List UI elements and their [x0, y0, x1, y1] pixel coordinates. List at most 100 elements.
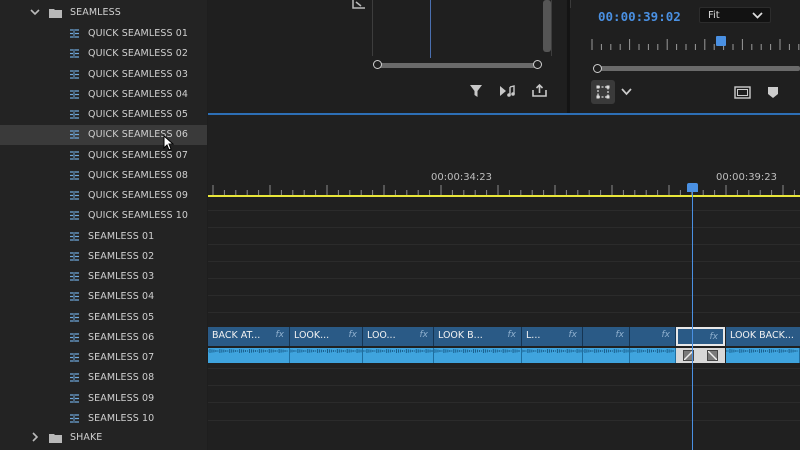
project-item[interactable]: SEAMLESS 01: [0, 227, 207, 247]
video-clip[interactable]: LOOK BACK...: [726, 327, 800, 346]
audio-clip[interactable]: [290, 348, 363, 363]
fx-badge: fx: [661, 330, 671, 340]
project-item[interactable]: SEAMLESS 04: [0, 287, 207, 307]
video-clip[interactable]: LOOK B... fx: [434, 327, 522, 346]
marker-icon[interactable]: [767, 86, 779, 99]
audio-clip[interactable]: [583, 348, 630, 363]
project-item[interactable]: QUICK SEAMLESS 10: [0, 206, 207, 226]
audio-clip[interactable]: [630, 348, 676, 363]
project-item[interactable]: QUICK SEAMLESS 03: [0, 65, 207, 85]
sequence-icon: [70, 29, 79, 38]
project-item[interactable]: QUICK SEAMLESS 08: [0, 166, 207, 186]
transform-icon: [596, 85, 610, 99]
project-item[interactable]: QUICK SEAMLESS 01: [0, 24, 207, 44]
timeline-playhead[interactable]: [687, 183, 698, 192]
sequence-icon: [70, 110, 79, 119]
video-clip[interactable]: L... fx: [522, 327, 583, 346]
project-item-label: SEAMLESS 08: [88, 372, 155, 384]
program-in-handle[interactable]: [593, 64, 602, 73]
project-item[interactable]: SEAMLESS 08: [0, 368, 207, 388]
project-item[interactable]: QUICK SEAMLESS 07: [0, 146, 207, 166]
program-playhead[interactable]: [716, 36, 726, 46]
filter-icon[interactable]: [469, 84, 483, 98]
audio-clip[interactable]: [434, 348, 522, 363]
safe-margins-icon[interactable]: [734, 86, 751, 99]
track-divider: [208, 420, 800, 421]
source-scrub-bar[interactable]: [378, 63, 538, 68]
timeline-playhead-line[interactable]: [692, 188, 693, 450]
project-item-label: QUICK SEAMLESS 10: [88, 210, 189, 222]
track-divider: [208, 385, 800, 386]
video-clip[interactable]: LOOK... fx: [290, 327, 363, 346]
timeline-ruler[interactable]: [208, 183, 800, 195]
video-clip-selected[interactable]: fx: [676, 327, 725, 346]
project-item[interactable]: SEAMLESS 09: [0, 389, 207, 409]
project-item[interactable]: SEAMLESS 02: [0, 247, 207, 267]
video-clip[interactable]: LOO... fx: [363, 327, 434, 346]
fx-badge: fx: [709, 332, 719, 342]
track-divider: [208, 261, 800, 262]
project-item-label: SEAMLESS 02: [88, 250, 155, 262]
project-panel: SEAMLESS QUICK SEAMLESS 01 QUICK SEAMLESS…: [0, 0, 207, 450]
zoom-level-dropdown[interactable]: Fit: [699, 7, 771, 23]
sequence-icon: [70, 272, 79, 281]
video-clip[interactable]: BACK AT... fx: [208, 327, 290, 346]
clip-label: LOOK...: [294, 330, 330, 341]
chevron-down-icon[interactable]: [30, 7, 40, 17]
folder-icon: [49, 434, 62, 443]
project-item-label: QUICK SEAMLESS 02: [88, 48, 189, 60]
project-item[interactable]: SEAMLESS 06: [0, 328, 207, 348]
folder-icon: [49, 9, 62, 18]
video-clip[interactable]: fx: [630, 327, 676, 346]
project-item[interactable]: SEAMLESS 07: [0, 348, 207, 368]
video-clip[interactable]: fx: [583, 327, 630, 346]
program-ruler[interactable]: [590, 36, 800, 52]
in-handle[interactable]: [373, 60, 382, 69]
sequence-icon: [70, 89, 79, 99]
insert-icon[interactable]: [350, 0, 368, 10]
audio-clip[interactable]: [726, 348, 800, 363]
chevron-right-icon[interactable]: [30, 432, 40, 442]
project-item[interactable]: QUICK SEAMLESS 05: [0, 105, 207, 125]
source-playhead-line: [430, 0, 431, 58]
work-area-bar[interactable]: [208, 195, 800, 197]
sequence-icon: [70, 312, 79, 322]
audio-waveform: [208, 349, 288, 353]
out-handle[interactable]: [533, 60, 542, 69]
project-item[interactable]: SEAMLESS 05: [0, 308, 207, 328]
folder-seamless[interactable]: SEAMLESS: [0, 3, 207, 23]
project-item[interactable]: SEAMLESS 03: [0, 267, 207, 287]
track-divider: [208, 244, 800, 245]
fx-badge: fx: [419, 330, 429, 340]
track-divider: [208, 295, 800, 296]
sequence-icon: [70, 393, 79, 403]
fx-badge: fx: [568, 330, 578, 340]
folder-shake[interactable]: SHAKE: [0, 428, 207, 448]
audio-clip[interactable]: [522, 348, 583, 363]
drag-video-audio-icon[interactable]: [499, 84, 517, 98]
project-item[interactable]: QUICK SEAMLESS 02: [0, 44, 207, 64]
fx-badge: fx: [615, 330, 625, 340]
audio-clip[interactable]: [208, 348, 290, 363]
source-scrollbar[interactable]: [543, 0, 551, 52]
program-scrub-bar[interactable]: [600, 66, 800, 71]
audio-transition[interactable]: [676, 348, 725, 363]
chevron-down-icon[interactable]: [621, 88, 632, 96]
project-item[interactable]: QUICK SEAMLESS 06: [0, 125, 207, 146]
project-item-label: QUICK SEAMLESS 09: [88, 190, 189, 201]
audio-clip[interactable]: [363, 348, 434, 363]
transform-button[interactable]: [591, 80, 615, 104]
audio-waveform: [290, 349, 362, 353]
export-frame-icon[interactable]: [532, 83, 547, 98]
project-item[interactable]: QUICK SEAMLESS 04: [0, 85, 207, 105]
program-timecode[interactable]: 00:00:39:02: [598, 9, 681, 24]
project-item[interactable]: SEAMLESS 10: [0, 409, 207, 429]
zoom-level-value: Fit: [708, 10, 720, 21]
clip-label: LOOK BACK...: [730, 330, 794, 341]
project-item-label: QUICK SEAMLESS 08: [88, 169, 189, 181]
project-item-label: SEAMLESS 07: [88, 352, 155, 363]
audio-waveform: [583, 349, 629, 353]
project-item-label: SEAMLESS 04: [88, 291, 155, 303]
track-divider: [208, 210, 800, 211]
project-item[interactable]: QUICK SEAMLESS 09: [0, 186, 207, 206]
